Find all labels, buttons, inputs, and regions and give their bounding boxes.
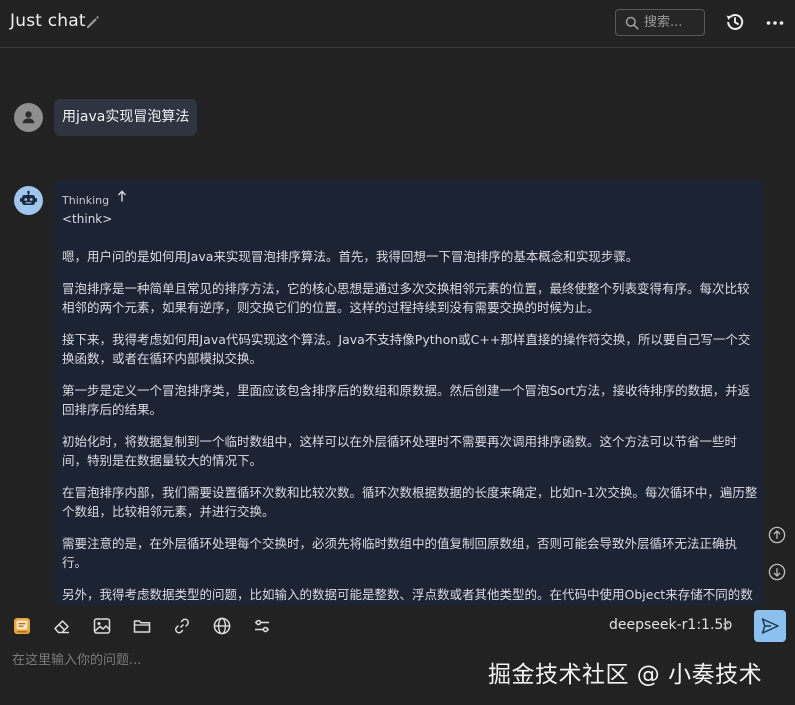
person-icon (22, 111, 35, 124)
chat-input[interactable] (12, 649, 472, 673)
scroll-up-icon[interactable] (768, 526, 786, 544)
assistant-icon[interactable] (12, 616, 32, 636)
search-icon (625, 16, 639, 30)
thinking-paragraph: 需要注意的是，在外层循环处理每个交换时，必须先将临时数组中的值复制回原数组，否则… (62, 536, 738, 570)
thinking-toggle[interactable]: Thinking (62, 189, 127, 207)
scroll-down-icon[interactable] (768, 563, 786, 581)
thinking-paragraph: 另外，我得考虑数据类型的问题，比如输入的数据可能是整数、浮点数或者其他类型的。在… (62, 587, 753, 602)
thinking-paragraph: 冒泡排序是一种简单且常见的排序方法，它的核心思想是通过多次交换相邻元素的位置，最… (62, 281, 750, 315)
input-toolbar: deepseek-r1:1.5b (0, 606, 795, 646)
model-selector[interactable]: deepseek-r1:1.5b (609, 617, 732, 633)
user-message-bubble: 用java实现冒泡算法 (54, 99, 198, 136)
thinking-paragraph: 在冒泡排序内部，我们需要设置循环次数和比较次数。循环次数根据数据的长度来确定，比… (62, 485, 758, 519)
arrow-up-icon[interactable] (116, 189, 128, 203)
send-button[interactable] (754, 610, 786, 642)
thinking-paragraph: 接下来，我得考虑如何用Java代码实现这个算法。Java不支持像Python或C… (62, 332, 751, 366)
send-icon (761, 618, 779, 634)
model-name: deepseek-r1:1.5b (609, 617, 733, 633)
robot-icon (20, 190, 37, 205)
settings-sliders-icon[interactable] (252, 616, 272, 636)
pencil-icon[interactable] (85, 14, 101, 30)
thinking-label: Thinking (62, 194, 110, 207)
think-tag-text: <think> (62, 212, 113, 226)
history-icon[interactable] (724, 11, 746, 33)
assistant-message-card: Thinking <think> 嗯，用户问的是如何用Java来实现冒泡排序算法… (54, 180, 764, 606)
link-icon[interactable] (172, 616, 192, 636)
folder-icon[interactable] (132, 616, 152, 636)
thinking-paragraph: 第一步是定义一个冒泡排序类，里面应该包含排序后的数组和原数据。然后创建一个冒泡S… (62, 383, 751, 417)
thinking-paragraph: 初始化时，将数据复制到一个临时数组中，这样可以在外层循环处理时不需要再次调用排序… (62, 434, 738, 468)
header-bar: Just chat (0, 0, 795, 48)
watermark-text: 掘金技术社区 @ 小奏技术 (488, 662, 763, 688)
search-box[interactable] (615, 9, 705, 36)
chat-title: Just chat (10, 11, 86, 31)
thinking-paragraph: 嗯，用户问的是如何用Java来实现冒泡排序算法。首先，我得回想一下冒泡排序的基本… (62, 249, 639, 264)
globe-icon[interactable] (212, 616, 232, 636)
image-icon[interactable] (92, 616, 112, 636)
assistant-avatar (14, 186, 43, 215)
chevron-updown-icon (723, 621, 729, 631)
eraser-icon[interactable] (52, 616, 72, 636)
more-options-icon[interactable] (765, 13, 785, 33)
search-input[interactable] (644, 13, 702, 32)
thinking-content: 嗯，用户问的是如何用Java来实现冒泡排序算法。首先，我得回想一下冒泡排序的基本… (62, 247, 758, 606)
user-avatar (14, 103, 43, 132)
